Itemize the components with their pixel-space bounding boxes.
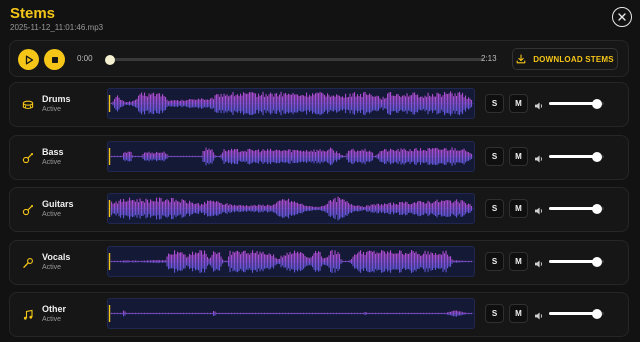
mute-button[interactable]: M <box>509 147 528 166</box>
current-time: 0:00 <box>77 54 93 63</box>
waveform-graphic <box>108 91 474 116</box>
mute-button[interactable]: M <box>509 252 528 271</box>
mute-button[interactable]: M <box>509 304 528 323</box>
waveform-bars <box>111 249 473 273</box>
guitar-icon <box>22 151 34 164</box>
volume-thumb[interactable] <box>592 308 603 319</box>
volume-thumb[interactable] <box>592 98 603 109</box>
waveform-bars <box>111 91 473 116</box>
mute-button[interactable]: M <box>509 199 528 218</box>
solo-button[interactable]: S <box>485 94 504 113</box>
music-note-icon <box>22 308 34 320</box>
volume-thumb[interactable] <box>592 151 603 162</box>
close-icon <box>618 13 626 21</box>
waveform-bars <box>111 147 473 166</box>
waveform-graphic <box>108 249 474 273</box>
app-title: Stems <box>10 5 56 22</box>
waveform-graphic <box>108 305 474 322</box>
waveform-bars <box>111 310 473 317</box>
waveform-bars <box>111 196 473 221</box>
stop-button[interactable] <box>44 49 65 70</box>
stem-name: Vocals <box>42 252 71 262</box>
waveform[interactable] <box>107 298 475 329</box>
volume-slider[interactable] <box>549 151 604 162</box>
solo-button[interactable]: S <box>485 199 504 218</box>
microphone-icon <box>22 256 34 268</box>
waveform-graphic <box>108 147 474 166</box>
solo-button[interactable]: S <box>485 304 504 323</box>
volume-icon <box>534 256 544 268</box>
waveform-graphic <box>108 196 474 221</box>
stem-name: Bass <box>42 147 64 157</box>
player-bar: 0:00 2:13 DOWNLOAD STEMS <box>9 40 629 77</box>
close-button[interactable] <box>612 7 632 27</box>
download-icon <box>516 54 526 64</box>
volume-icon <box>534 151 544 163</box>
volume-thumb[interactable] <box>592 203 603 214</box>
stem-status: Active <box>42 264 62 271</box>
volume-icon <box>534 203 544 215</box>
waveform[interactable] <box>107 88 475 119</box>
stem-status: Active <box>42 211 62 218</box>
progress-slider[interactable] <box>105 54 484 65</box>
volume-fill <box>549 155 598 158</box>
volume-icon <box>534 308 544 320</box>
stem-row-other: Other Active S M <box>9 292 629 337</box>
file-name: 2025-11-12_11:01:46.mp3 <box>10 23 104 32</box>
stem-status: Active <box>42 159 62 166</box>
solo-button[interactable]: S <box>485 147 504 166</box>
stem-name: Drums <box>42 94 71 104</box>
stem-row-drums: Drums Active S M <box>9 82 629 127</box>
stem-name: Other <box>42 304 67 314</box>
solo-button[interactable]: S <box>485 252 504 271</box>
volume-slider[interactable] <box>549 203 604 214</box>
guitar-icon <box>22 203 34 216</box>
waveform[interactable] <box>107 246 475 277</box>
progress-thumb[interactable] <box>105 54 115 65</box>
volume-slider[interactable] <box>549 308 604 319</box>
volume-fill <box>549 260 598 263</box>
volume-thumb[interactable] <box>592 256 603 267</box>
drum-icon <box>22 98 34 110</box>
waveform[interactable] <box>107 193 475 224</box>
download-stems-button[interactable]: DOWNLOAD STEMS <box>512 48 618 70</box>
stem-row-guitars: Guitars Active S M <box>9 187 629 232</box>
stem-row-bass: Bass Active S M <box>9 135 629 180</box>
total-time: 2:13 <box>481 54 497 63</box>
volume-slider[interactable] <box>549 98 604 109</box>
volume-fill <box>549 312 598 315</box>
volume-fill <box>549 207 598 210</box>
play-button[interactable] <box>18 49 39 70</box>
download-stems-label: DOWNLOAD STEMS <box>533 54 614 64</box>
stop-icon <box>51 56 58 63</box>
stem-name: Guitars <box>42 199 74 209</box>
stem-row-vocals: Vocals Active S M <box>9 240 629 285</box>
volume-slider[interactable] <box>549 256 604 267</box>
stem-status: Active <box>42 316 62 323</box>
mute-button[interactable]: M <box>509 94 528 113</box>
volume-icon <box>534 98 544 110</box>
stem-status: Active <box>42 106 62 113</box>
play-icon <box>25 55 33 64</box>
volume-fill <box>549 102 598 105</box>
waveform[interactable] <box>107 141 475 172</box>
